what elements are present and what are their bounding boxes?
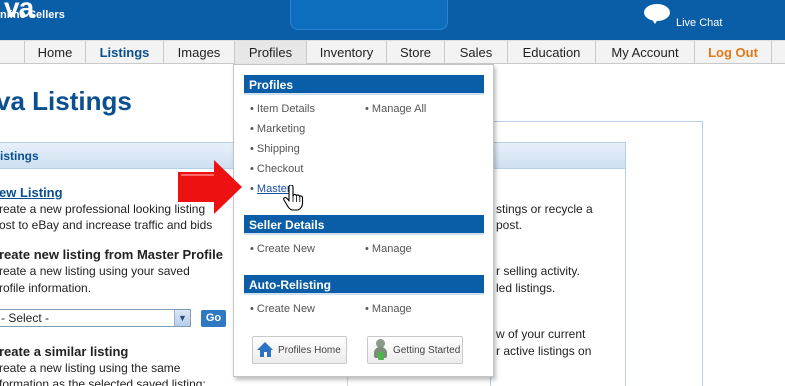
menu-item-item-details[interactable]: • Item Details bbox=[250, 103, 315, 115]
dropdown-heading-profiles: Profiles bbox=[244, 75, 484, 95]
bullet: • bbox=[365, 303, 369, 315]
bullet: • bbox=[365, 243, 369, 255]
dropdown-heading-seller-details: Seller Details bbox=[244, 215, 484, 235]
bullet: • bbox=[250, 143, 254, 155]
top-header: va nline Sellers Live Chat bbox=[0, 0, 785, 40]
red-arrow-icon bbox=[178, 160, 242, 214]
menu-item-checkout[interactable]: • Checkout bbox=[250, 163, 303, 175]
bullet: • bbox=[250, 163, 254, 175]
getting-started-label: Getting Started bbox=[393, 344, 461, 356]
live-chat-label: Live Chat bbox=[676, 17, 723, 29]
live-chat-link[interactable]: Live Chat bbox=[644, 4, 722, 29]
menu-item-label: Marketing bbox=[256, 123, 306, 135]
nav-images[interactable]: Images bbox=[163, 41, 234, 64]
menu-item-label: Create New bbox=[256, 303, 315, 315]
right-text-line1: stings or recycle a bbox=[496, 202, 593, 216]
bullet: • bbox=[250, 103, 254, 115]
master-profile-desc-line1: reate a new listing using your saved bbox=[0, 264, 190, 278]
master-profile-select[interactable]: - Select - ▼ bbox=[0, 309, 191, 327]
nav-my-account[interactable]: My Account bbox=[595, 41, 694, 64]
nav-inventory[interactable]: Inventory bbox=[306, 41, 386, 64]
go-button[interactable]: Go bbox=[201, 310, 226, 327]
nav-home[interactable]: Home bbox=[24, 41, 85, 64]
menu-item-manage-all[interactable]: • Manage All bbox=[365, 103, 426, 115]
menu-item-marketing[interactable]: • Marketing bbox=[250, 123, 305, 135]
nav-log-out[interactable]: Log Out bbox=[694, 41, 772, 64]
bullet: • bbox=[250, 243, 254, 255]
menu-item-shipping[interactable]: • Shipping bbox=[250, 143, 300, 155]
bullet: • bbox=[250, 303, 254, 315]
bullet: • bbox=[250, 123, 254, 135]
nav-store[interactable]: Store bbox=[386, 41, 444, 64]
master-profile-desc-line2: rofile information. bbox=[0, 281, 92, 295]
menu-item-seller-manage[interactable]: • Manage bbox=[365, 243, 412, 255]
bullet: • bbox=[250, 183, 254, 195]
nav-sales[interactable]: Sales bbox=[444, 41, 507, 64]
nav-listings[interactable]: Listings bbox=[85, 41, 163, 64]
menu-item-label: Item Details bbox=[256, 103, 315, 115]
menu-item-seller-create-new[interactable]: • Create New bbox=[250, 243, 315, 255]
menu-item-label: Manage All bbox=[371, 103, 427, 115]
similar-listing-desc-line1: reate a new listing using the same bbox=[0, 361, 181, 375]
master-profile-heading: reate new listing from Master Profile bbox=[0, 247, 223, 262]
right-text-line6: r active listings on bbox=[496, 344, 592, 358]
menu-item-relisting-manage[interactable]: • Manage bbox=[365, 303, 412, 315]
profiles-home-label: Profiles Home bbox=[278, 344, 341, 356]
person-badge-icon bbox=[372, 339, 389, 361]
new-listing-link[interactable]: ew Listing bbox=[0, 184, 63, 201]
right-text-line5: w of your current bbox=[496, 327, 586, 341]
right-text-line4: led listings. bbox=[496, 281, 556, 295]
menu-item-relisting-create-new[interactable]: • Create New bbox=[250, 303, 315, 315]
profiles-dropdown-menu: Profiles • Item Details • Marketing • Sh… bbox=[233, 64, 494, 377]
getting-started-button[interactable]: Getting Started bbox=[367, 336, 463, 364]
header-search-tab bbox=[290, 0, 448, 30]
menu-item-label: Checkout bbox=[256, 163, 304, 175]
right-text-line3: r selling activity. bbox=[496, 264, 580, 278]
logo-tagline: nline Sellers bbox=[0, 9, 65, 21]
new-listing-desc-line2: ost to eBay and increase traffic and bid… bbox=[0, 218, 213, 232]
hand-pointer-icon bbox=[283, 185, 304, 211]
nav-profiles[interactable]: Profiles bbox=[234, 41, 306, 64]
chat-bubble-icon bbox=[644, 4, 670, 24]
house-icon bbox=[257, 342, 274, 358]
page-title: va Listings bbox=[0, 86, 132, 116]
menu-item-label: Manage bbox=[371, 243, 412, 255]
select-value: - Select - bbox=[1, 311, 50, 325]
new-listing-desc-line1: reate a new professional looking listing bbox=[0, 202, 206, 216]
similar-listing-heading: reate a similar listing bbox=[0, 344, 129, 359]
main-nav: Home Listings Images Profiles Inventory … bbox=[0, 40, 785, 64]
similar-listing-desc-line2: formation as the selected saved listing: bbox=[0, 377, 206, 386]
menu-item-label: Create New bbox=[256, 243, 315, 255]
right-text-line2: post. bbox=[496, 218, 523, 232]
nav-education[interactable]: Education bbox=[507, 41, 595, 64]
menu-item-label: Shipping bbox=[256, 143, 300, 155]
dropdown-heading-auto-relisting: Auto-Relisting bbox=[244, 275, 484, 295]
menu-item-label: Manage bbox=[371, 303, 412, 315]
bullet: • bbox=[365, 103, 369, 115]
chevron-down-icon[interactable]: ▼ bbox=[174, 310, 190, 326]
profiles-home-button[interactable]: Profiles Home bbox=[252, 336, 347, 364]
